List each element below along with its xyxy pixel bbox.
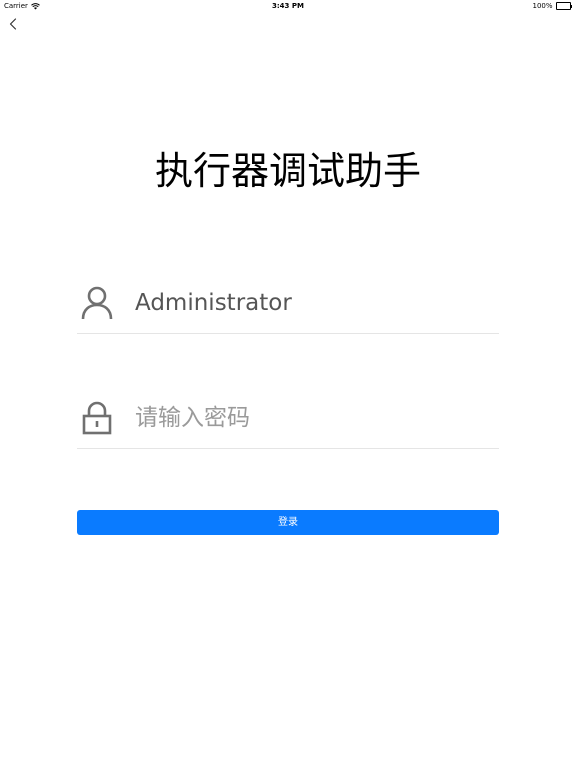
password-input[interactable]	[135, 398, 499, 438]
page-title: 执行器调试助手	[154, 149, 421, 194]
username-field-row	[77, 273, 499, 334]
login-screen: Carrier 3:43 PM 100% 执行器调试助手 Administrat…	[0, 0, 576, 768]
login-button[interactable]: 登录	[77, 510, 499, 535]
username-input[interactable]	[135, 283, 499, 323]
back-button[interactable]	[4, 15, 22, 33]
status-right: 100%	[532, 0, 572, 12]
lock-icon	[79, 400, 115, 436]
battery-percent: 100%	[532, 2, 553, 10]
status-time: 3:43 PM	[272, 2, 304, 10]
status-bar: Carrier 3:43 PM 100%	[0, 0, 576, 12]
battery-icon	[555, 2, 572, 10]
password-field-row	[77, 388, 499, 449]
chevron-left-icon	[9, 18, 17, 30]
user-icon	[79, 285, 115, 321]
